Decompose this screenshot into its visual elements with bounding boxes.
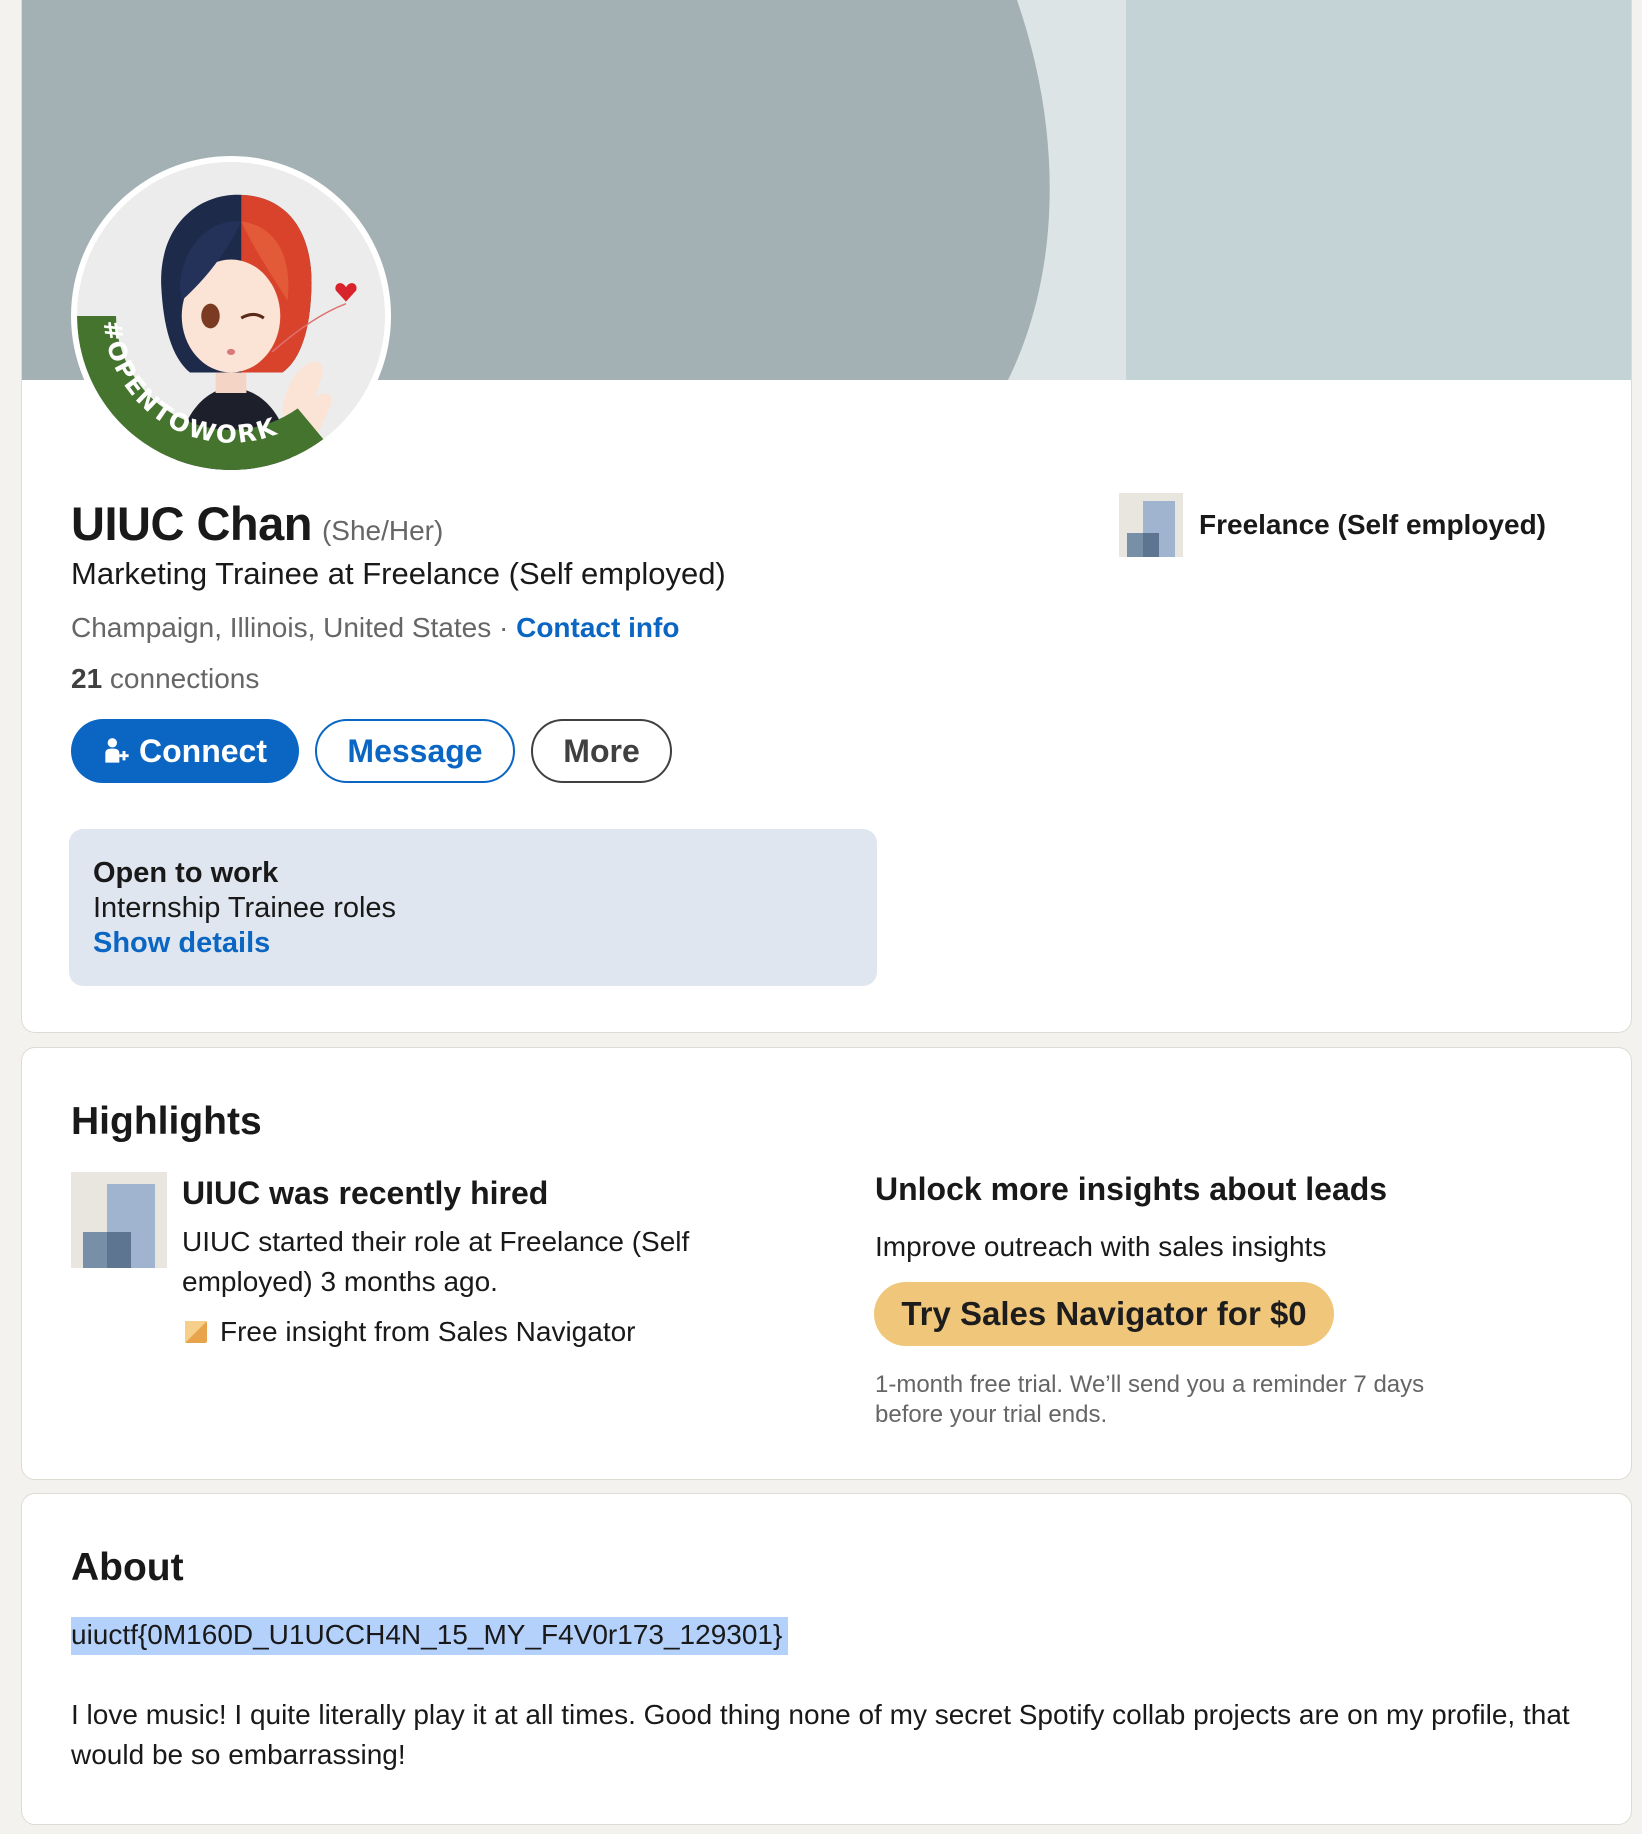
trial-note: 1-month free trial. We’ll send you a rem… [875,1371,1425,1428]
company-logo-icon [1119,493,1183,557]
location-separator: · [491,612,517,643]
message-button[interactable]: Message [315,719,515,783]
location-row: Champaign, Illinois, United States · Con… [71,612,679,644]
profile-headline: Marketing Trainee at Freelance (Self emp… [71,556,726,591]
profile-pronouns: (She/Her) [321,515,444,546]
about-title: About [71,1546,184,1589]
more-button[interactable]: More [531,719,672,783]
profile-location: Champaign, Illinois, United States [71,612,492,643]
current-company[interactable]: Freelance (Self employed) [1119,493,1546,557]
open-to-work-card[interactable]: Open to work Internship Trainee roles Sh… [69,829,877,986]
highlight-description: UIUC started their role at Freelance (Se… [182,1226,690,1297]
highlights-title: Highlights [71,1100,262,1143]
sales-navigator-icon [185,1321,207,1343]
highlights-card: Highlights UIUC was recently hired UIUC … [21,1047,1632,1480]
profile-actions: Connect Message More [71,719,672,783]
try-sales-navigator-button[interactable]: Try Sales Navigator for $0 [874,1282,1334,1346]
connections-label: connections [102,663,260,694]
company-logo-icon [71,1172,167,1268]
connect-button[interactable]: Connect [71,719,299,783]
name-row: UIUC Chan (She/Her) [71,496,443,551]
connections-count[interactable]: 21 connections [71,663,259,695]
profile-name: UIUC Chan [71,497,312,550]
unlock-insights-title: Unlock more insights about leads [875,1171,1388,1207]
connect-label: Connect [139,732,267,769]
profile-avatar[interactable]: #OPENTOWORK [71,156,391,476]
open-to-work-title: Open to work [93,857,279,889]
profile-top-card: #OPENTOWORK UIUC Chan (She/Her) Marketin… [21,0,1632,1033]
unlock-insights-subtitle: Improve outreach with sales insights [875,1231,1327,1262]
contact-info-link[interactable]: Contact info [516,612,679,643]
company-name: Freelance (Self employed) [1199,509,1547,540]
highlight-title: UIUC was recently hired [182,1175,549,1211]
avatar-picture: #OPENTOWORK [77,162,385,470]
connections-number: 21 [71,663,103,694]
about-card: About uiuctf{0M160D_U1UCCH4N_15_MY_F4V0r… [21,1493,1632,1825]
sales-insight-note: Free insight from Sales Navigator [184,1316,636,1348]
show-details-link[interactable]: Show details [93,926,853,961]
about-text[interactable]: I love music! I quite literally play it … [71,1695,1611,1775]
about-selected-text[interactable]: uiuctf{0M160D_U1UCCH4N_15_MY_F4V0r173_12… [71,1617,789,1655]
sales-insight-text: Free insight from Sales Navigator [220,1316,636,1347]
open-to-work-roles: Internship Trainee roles [93,892,397,924]
person-add-icon [105,738,129,763]
